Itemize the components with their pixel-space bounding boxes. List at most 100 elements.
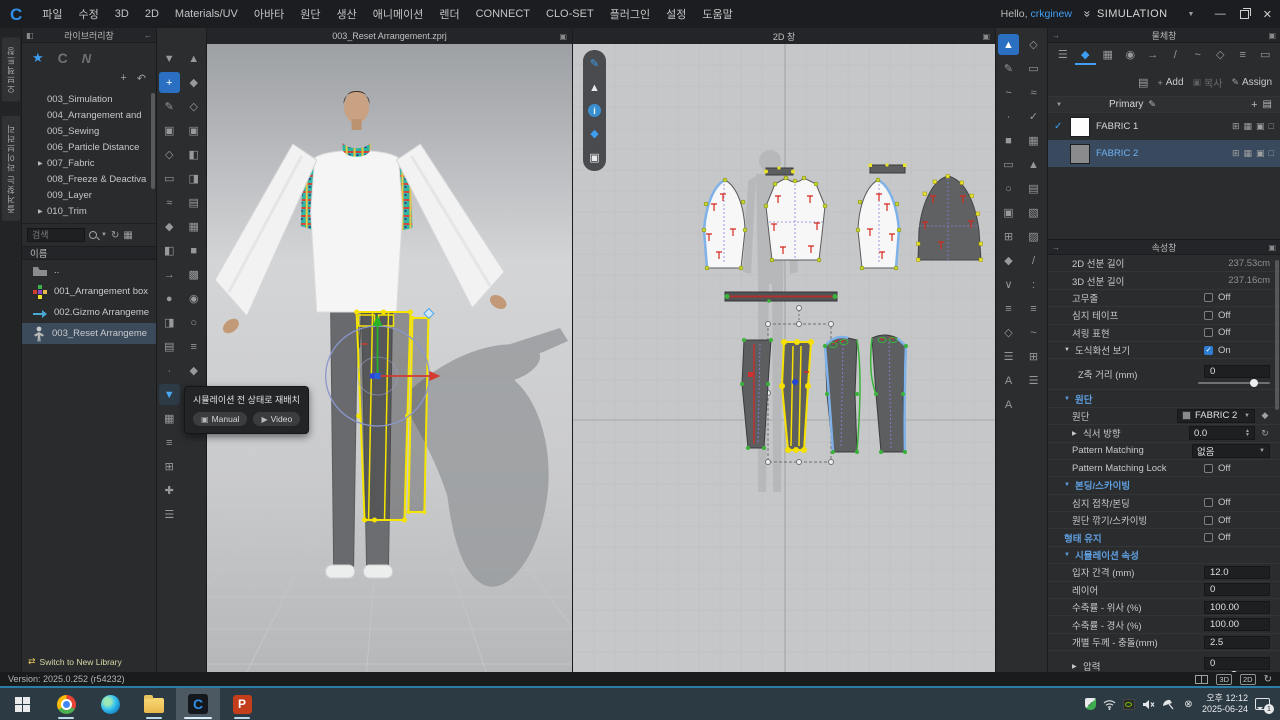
tab-object-list[interactable]: ☰ <box>1052 46 1074 65</box>
library-folder[interactable]: ▶ 009_Layer <box>22 187 156 203</box>
library-folder[interactable]: ▶ 004_Arrangement and <box>22 107 156 123</box>
property-row-fabric[interactable]: 원단 FABRIC 2▼ ◆ <box>1048 408 1280 425</box>
segment-sewing-2d-tool[interactable]: ▭ <box>1023 58 1044 79</box>
taskbar-clock[interactable]: 오후 12:12 2025-06-24 <box>1202 693 1248 716</box>
property-row-shrinkage-weft[interactable]: 수축률 - 위사 (%) 100.00 <box>1048 599 1280 616</box>
free-sewing-2d-tool[interactable]: ≈ <box>1023 82 1044 103</box>
fabric-view-icon[interactable]: ◆ <box>587 126 602 141</box>
switch-library-link[interactable]: ⇄ Switch to New Library <box>22 651 156 672</box>
start-button[interactable] <box>0 688 44 720</box>
fit-check-tool[interactable]: ◨ <box>183 168 204 189</box>
text-tool[interactable]: A <box>998 370 1019 391</box>
swap-garment-tool[interactable]: ◧ <box>159 240 180 261</box>
library-search-input[interactable] <box>27 228 85 242</box>
simulate-tool[interactable]: ▼ <box>159 48 180 69</box>
edit-pattern-tool[interactable]: ✎ <box>998 58 1019 79</box>
property-row-z-distance[interactable]: Z축 거리 (mm) 0 <box>1048 359 1280 390</box>
fabric-dropdown[interactable]: FABRIC 2▼ <box>1177 409 1255 423</box>
checkbox-checked-icon[interactable]: ✓ <box>1204 346 1213 355</box>
property-row-pressure[interactable]: ▶ 압력 0 <box>1048 651 1280 672</box>
sync-off-icon[interactable]: ⊗ <box>1182 698 1195 711</box>
property-row-fuse-tape[interactable]: 심지 테이프 Off <box>1048 307 1280 324</box>
taskbar-edge[interactable] <box>88 688 132 720</box>
save-icon[interactable]: ▣ <box>1256 148 1265 159</box>
tab-button[interactable]: ◉ <box>1120 46 1142 65</box>
fabric-row-1[interactable]: ✓ FABRIC 1 ⊞▦▣□ <box>1048 113 1280 140</box>
viewport-3d-canvas[interactable] <box>207 44 572 672</box>
buttonhole-tool[interactable]: ○ <box>183 312 204 333</box>
undo-button[interactable]: ↶ <box>137 72 146 85</box>
menu-item[interactable]: 설정 <box>658 0 694 28</box>
texture-2d-tool[interactable]: ▤ <box>1023 178 1044 199</box>
transform-pattern-tool[interactable]: ▲ <box>998 34 1019 55</box>
sewing-range-tool[interactable]: ◆ <box>159 216 180 237</box>
menu-item[interactable]: 원단 <box>292 0 328 28</box>
search-icon[interactable] <box>89 231 97 239</box>
fabric-detail-icon[interactable]: ◆ <box>1260 410 1270 421</box>
menu-item[interactable]: CONNECT <box>468 0 538 28</box>
section-bonding[interactable]: ▼ 본딩/스카이빙 <box>1048 477 1280 494</box>
stack-tool[interactable]: ☰ <box>1023 370 1044 391</box>
dashline-tool[interactable]: : <box>1023 274 1044 295</box>
fuse-tool[interactable]: ⊞ <box>159 456 180 477</box>
info-icon[interactable]: i <box>588 104 601 117</box>
property-row-pattern-matching[interactable]: Pattern Matching 없음▼ <box>1048 443 1280 460</box>
show-pattern-icon[interactable]: ▲ <box>587 80 602 95</box>
internal-rect-tool[interactable]: ⊞ <box>998 226 1019 247</box>
slider-knob[interactable] <box>1230 671 1238 672</box>
save-icon[interactable]: ▣ <box>1256 121 1265 132</box>
assign-fabric-button[interactable]: ✎Assign <box>1231 77 1272 88</box>
grading-tool[interactable]: A <box>998 394 1019 415</box>
property-row-elastic[interactable]: 고무줄 Off <box>1048 290 1280 307</box>
circle-tool[interactable]: ○ <box>998 178 1019 199</box>
section-simulation-properties[interactable]: ▼ 시뮬레이션 속성 <box>1048 547 1280 564</box>
measure-2d-tool[interactable]: ☰ <box>998 346 1019 367</box>
property-row-pattern-matching-lock[interactable]: Pattern Matching Lock Off <box>1048 460 1280 477</box>
library-folder[interactable]: ▶ 007_Fabric <box>22 155 156 171</box>
tab-trim[interactable]: ◇ <box>1210 46 1232 65</box>
undock-icon[interactable]: ▣ <box>982 32 990 41</box>
arrange-flat-tool[interactable]: ◇ <box>183 96 204 117</box>
pattern-matching-dropdown[interactable]: 없음▼ <box>1192 444 1270 458</box>
tab-tack[interactable]: → <box>1142 46 1164 65</box>
rectangle-tool[interactable]: ▭ <box>998 154 1019 175</box>
expand-caret-icon[interactable]: ▶ <box>1072 430 1079 437</box>
menu-item[interactable]: 2D <box>137 0 167 28</box>
menu-item[interactable]: 생산 <box>329 0 365 28</box>
library-folder[interactable]: ▶ 008_Freeze & Deactiva <box>22 171 156 187</box>
shrinkage-warp-input[interactable]: 100.00 <box>1204 618 1270 631</box>
fit-garment-tool[interactable]: ◧ <box>183 144 204 165</box>
thickness-collision-input[interactable]: 2.5 <box>1204 636 1270 649</box>
checkbox-icon[interactable] <box>1204 293 1213 302</box>
name-column-header[interactable]: 이름 <box>22 246 156 260</box>
add-colorway-icon[interactable]: ⊞ <box>1232 148 1240 159</box>
search-options-caret-icon[interactable]: ▼ <box>101 232 107 238</box>
library-scrollbar[interactable] <box>151 93 155 189</box>
grid-view-icon[interactable]: ▦ <box>123 230 132 241</box>
undock-icon[interactable]: ▣ <box>559 32 567 41</box>
steam-tool[interactable]: ≡ <box>159 432 180 453</box>
button-tool[interactable]: ◉ <box>183 288 204 309</box>
notch-tool[interactable]: ∨ <box>998 274 1019 295</box>
internal-polygon-tool[interactable]: ▣ <box>998 202 1019 223</box>
iron-tool[interactable]: ▦ <box>159 408 180 429</box>
mode-selector[interactable]: » SIMULATION ▼ <box>1084 7 1195 21</box>
video-button[interactable]: ▶Video <box>253 412 300 426</box>
pattern-waistband[interactable] <box>725 292 838 303</box>
edit-curve-tool[interactable]: ~ <box>998 82 1019 103</box>
fabric-row-2[interactable]: FABRIC 2 ⊞▦▣□ <box>1048 140 1280 167</box>
show-pattern-icon[interactable]: ▦ <box>1244 148 1253 159</box>
minimize-button[interactable]: — <box>1215 8 1226 20</box>
add-colorway-icon[interactable]: ⊞ <box>1232 121 1240 132</box>
checkbox-icon[interactable] <box>1204 533 1213 542</box>
menu-item[interactable]: 렌더 <box>431 0 467 28</box>
menu-item[interactable]: 도움말 <box>694 0 740 28</box>
dart-tool[interactable]: ◆ <box>998 250 1019 271</box>
property-row-thickness-collision[interactable]: 개별 두께 - 충돌(mm) 2.5 <box>1048 634 1280 651</box>
zipper-tool[interactable]: ≡ <box>183 336 204 357</box>
undock-icon[interactable]: ▣ <box>1268 243 1276 252</box>
dock-icon[interactable]: → <box>1052 31 1060 40</box>
property-row-schematic-line[interactable]: ▼ 도식화선 보기 ✓On <box>1048 342 1280 359</box>
z-distance-slider[interactable] <box>1198 382 1270 384</box>
collapse-caret-icon[interactable]: ▼ <box>1064 482 1071 488</box>
